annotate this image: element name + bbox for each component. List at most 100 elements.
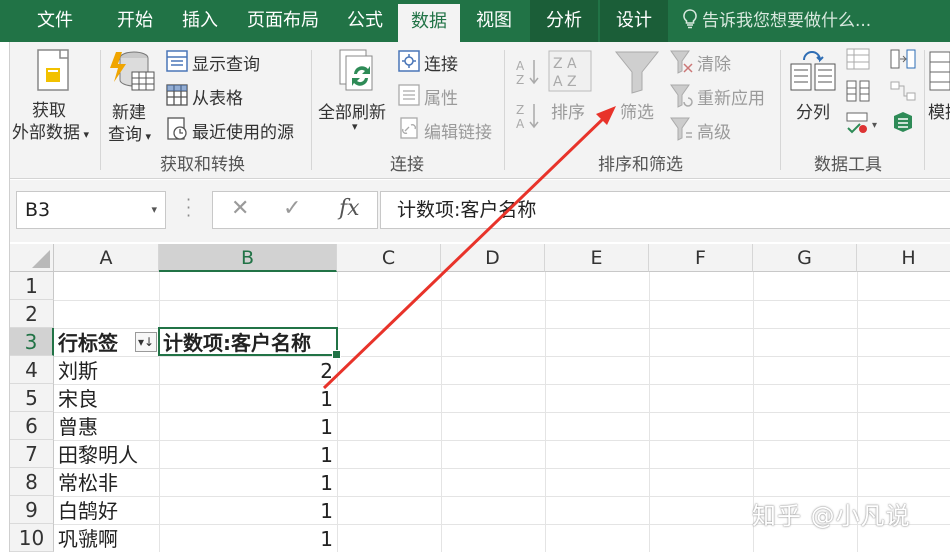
- formula-input[interactable]: 计数项:客户名称: [380, 191, 950, 229]
- separator: [311, 50, 312, 170]
- remove-duplicates-icon: [846, 80, 870, 106]
- what-if-analysis-button[interactable]: 模拟: [928, 98, 950, 123]
- pivot-count-value[interactable]: 1: [160, 441, 333, 469]
- reapply-button[interactable]: 重新应用: [697, 84, 765, 109]
- row-header-4[interactable]: 4: [10, 356, 54, 384]
- group-sort-filter-label: 排序和筛选: [598, 155, 683, 175]
- insert-function-icon[interactable]: fx: [339, 196, 360, 221]
- enter-icon[interactable]: ✓: [283, 196, 301, 221]
- tab-analyze[interactable]: 分析: [530, 0, 598, 42]
- row-header-3[interactable]: 3: [10, 328, 54, 356]
- separator: [924, 50, 925, 170]
- pivot-row-label[interactable]: 白鹄好: [58, 497, 118, 525]
- row-header-9[interactable]: 9: [10, 496, 54, 524]
- pivot-count-value[interactable]: 1: [160, 413, 333, 441]
- column-header-a[interactable]: A: [54, 244, 159, 272]
- advanced-button[interactable]: 高级: [697, 118, 731, 143]
- manage-data-model-icon: [890, 110, 916, 138]
- svg-text:A Z: A Z: [553, 74, 577, 90]
- tab-design[interactable]: 设计: [600, 0, 668, 42]
- filter-button[interactable]: 筛选: [620, 98, 654, 123]
- clear-button[interactable]: 清除: [697, 50, 731, 75]
- sort-ascending-icon: AZ: [514, 56, 540, 92]
- column-header-d[interactable]: D: [441, 244, 545, 272]
- row-header-2[interactable]: 2: [10, 300, 54, 328]
- group-data-tools-label: 数据工具: [814, 155, 882, 175]
- connections-icon: [398, 50, 420, 76]
- tab-data[interactable]: 数据: [398, 4, 460, 42]
- sort-descending-icon: ZA: [514, 100, 540, 136]
- tab-page-layout[interactable]: 页面布局: [238, 0, 328, 42]
- pivot-count-value[interactable]: 1: [160, 385, 333, 413]
- pivot-count-value[interactable]: 1: [160, 469, 333, 497]
- tab-view[interactable]: 视图: [468, 0, 520, 42]
- name-box-value: B3: [25, 199, 51, 221]
- pivot-row-label[interactable]: 田黎明人: [58, 441, 138, 469]
- properties-button[interactable]: 属性: [424, 84, 458, 109]
- formula-buttons: ✕ ✓ fx: [212, 191, 378, 229]
- sort-button[interactable]: 排序: [551, 98, 585, 123]
- data-validation-icon: ▾: [846, 112, 882, 138]
- tab-home[interactable]: 开始: [110, 0, 160, 42]
- what-if-analysis-icon: [928, 48, 950, 98]
- pivot-count-value[interactable]: 2: [160, 357, 333, 385]
- separator: [100, 50, 101, 170]
- column-header-c[interactable]: C: [337, 244, 441, 272]
- recent-sources-button[interactable]: 最近使用的源: [192, 118, 294, 143]
- refresh-all-dropdown[interactable]: ▾: [352, 120, 358, 133]
- pivot-count-value[interactable]: 1: [160, 525, 333, 552]
- tab-file[interactable]: 文件: [30, 0, 80, 42]
- name-box[interactable]: B3 ▾: [16, 191, 166, 229]
- pivot-row-label[interactable]: 刘斯: [58, 357, 98, 385]
- edit-links-icon: [398, 117, 420, 143]
- text-to-columns-button[interactable]: 分列: [796, 98, 830, 123]
- formula-content: 计数项:客户名称: [397, 199, 537, 221]
- selected-cell-outline: [158, 327, 341, 359]
- column-header-b[interactable]: B: [159, 244, 337, 272]
- svg-text:▾: ▾: [872, 120, 877, 131]
- row-header-7[interactable]: 7: [10, 440, 54, 468]
- row-header-8[interactable]: 8: [10, 468, 54, 496]
- chevron-down-icon[interactable]: ▾: [151, 192, 157, 228]
- consolidate-icon: [890, 48, 916, 74]
- separator: [780, 50, 781, 170]
- from-table-button[interactable]: 从表格: [192, 84, 243, 109]
- select-all-corner[interactable]: [10, 244, 54, 272]
- get-external-data-label[interactable]: 外部数据 ▾: [12, 118, 89, 143]
- pivot-row-label[interactable]: 常松非: [58, 469, 118, 497]
- new-query-label[interactable]: 查询 ▾: [108, 120, 151, 145]
- tab-formulas[interactable]: 公式: [340, 0, 390, 42]
- row-header-1[interactable]: 1: [10, 272, 54, 300]
- advanced-filter-icon: [670, 117, 694, 145]
- resize-handle-icon[interactable]: · · ·: [186, 192, 191, 224]
- pivot-row-label[interactable]: 巩虢啊: [58, 525, 118, 552]
- connections-button[interactable]: 连接: [424, 50, 458, 75]
- lightbulb-icon: [683, 9, 697, 29]
- text-to-columns-icon: [790, 50, 836, 96]
- edit-links-button[interactable]: 编辑链接: [424, 118, 492, 143]
- column-header-f[interactable]: F: [649, 244, 753, 272]
- row-header-5[interactable]: 5: [10, 384, 54, 412]
- show-queries-button[interactable]: 显示查询: [192, 50, 260, 75]
- svg-text:Z: Z: [516, 103, 524, 117]
- column-header-h[interactable]: H: [857, 244, 950, 272]
- row-header-10[interactable]: 10: [10, 524, 54, 552]
- watermark-text: 知乎 @小凡说: [752, 502, 911, 530]
- from-table-icon: [166, 84, 188, 110]
- filter-dropdown-button[interactable]: ▾↓: [135, 332, 157, 352]
- pivot-row-label[interactable]: 宋良: [58, 385, 98, 413]
- gridline: [54, 300, 950, 301]
- pivot-count-value[interactable]: 1: [160, 497, 333, 525]
- separator: [504, 50, 505, 170]
- relationships-icon: [890, 80, 916, 106]
- column-header-e[interactable]: E: [545, 244, 649, 272]
- cancel-icon[interactable]: ✕: [231, 196, 249, 221]
- column-header-g[interactable]: G: [753, 244, 857, 272]
- row-header-6[interactable]: 6: [10, 412, 54, 440]
- tab-insert[interactable]: 插入: [175, 0, 225, 42]
- pivot-row-labels-header[interactable]: 行标签: [58, 329, 118, 357]
- tell-me-box[interactable]: 告诉我您想要做什么...: [682, 0, 871, 42]
- properties-icon: [398, 84, 420, 110]
- pivot-row-label[interactable]: 曾惠: [58, 413, 98, 441]
- clear-filter-icon: [670, 50, 694, 78]
